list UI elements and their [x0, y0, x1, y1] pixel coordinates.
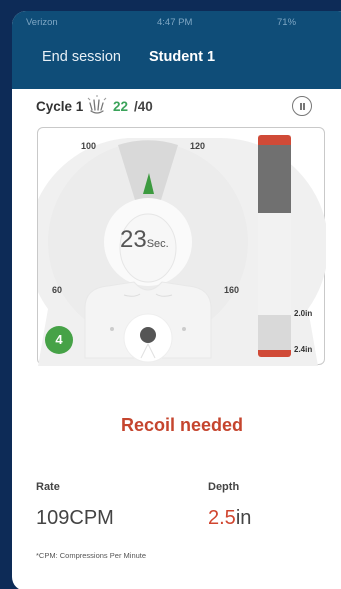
gauge-label-100: 100 [81, 141, 97, 151]
gauge-label-60: 60 [52, 285, 63, 295]
depth-mark-bottom: 2.4in [294, 345, 313, 354]
depth-value: 2.5in [208, 507, 251, 530]
cycle-label: Cycle 1 [36, 99, 84, 114]
footnote: *CPM: Compressions Per Minute [36, 551, 147, 560]
depth-target-zone [258, 315, 291, 350]
hand-position-dot [140, 327, 156, 343]
depth-current-fill [258, 145, 291, 213]
cycle-badge: 4 [45, 326, 73, 354]
pause-button[interactable] [292, 96, 312, 116]
status-bar: Verizon 4:47 PM 71% [12, 11, 341, 33]
clock: 4:47 PM [157, 17, 193, 28]
depth-overlimit-top [258, 135, 291, 145]
page-title: Student 1 [149, 49, 216, 65]
compression-total: /40 [134, 99, 153, 114]
depth-label: Depth [208, 481, 240, 493]
rate-label: Rate [36, 481, 60, 493]
depth-number: 2.5 [208, 507, 236, 529]
end-session-button[interactable]: End session [42, 49, 121, 65]
depth-overlimit-bottom [258, 350, 291, 357]
compression-hand-icon [87, 95, 107, 114]
compression-count: 22 [113, 99, 129, 114]
depth-mark-top: 2.0in [294, 309, 313, 318]
feedback-message: Recoil needed [120, 415, 244, 435]
depth-bar [258, 135, 291, 357]
battery-label: 71% [277, 17, 297, 28]
elapsed-timer: 23Sec. [120, 226, 169, 254]
cpr-feedback-panel: 100 120 60 160 23Sec. 4 2.0in 2.4in [37, 127, 326, 366]
timer-unit: Sec. [146, 238, 169, 250]
cycle-row: Cycle 1 22 /40 [12, 93, 341, 123]
depth-unit: in [235, 507, 252, 529]
carrier-label: Verizon [26, 17, 58, 28]
gauge-label-160: 160 [224, 285, 240, 295]
gauge-label-120: 120 [190, 141, 206, 151]
rate-value: 109CPM [36, 507, 114, 529]
timer-value: 23 [120, 226, 147, 253]
nav-bar: End session Student 1 [12, 33, 341, 89]
app-screen: Verizon 4:47 PM 71% End session Student … [12, 11, 341, 589]
